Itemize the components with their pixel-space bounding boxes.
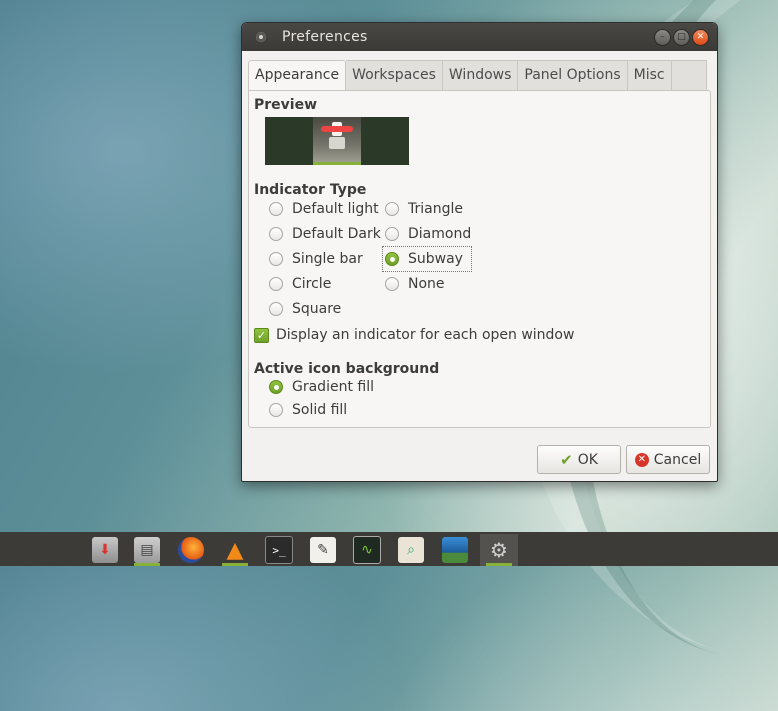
minimize-icon[interactable]: – bbox=[654, 29, 671, 46]
radio-default-light[interactable]: Default light bbox=[269, 199, 379, 219]
radio-triangle-button[interactable] bbox=[385, 202, 399, 216]
tab-panel-options[interactable]: Panel Options bbox=[518, 60, 628, 91]
window-controls: – □ ✕ bbox=[654, 29, 709, 46]
radio-subway-button[interactable] bbox=[385, 252, 399, 266]
text-editor-icon: ✎ bbox=[310, 537, 336, 563]
radio-none-button[interactable] bbox=[385, 277, 399, 291]
radio-default-light-label: Default light bbox=[292, 201, 379, 217]
file-manager-icon: ▤ bbox=[134, 537, 160, 563]
vlc-icon: ▲ bbox=[226, 537, 244, 563]
text-editor-launcher[interactable]: ✎ bbox=[304, 534, 342, 566]
preview-indicator-bar bbox=[313, 162, 361, 165]
cancel-button[interactable]: ✕ Cancel bbox=[626, 445, 710, 474]
preview-app-icon bbox=[313, 117, 361, 165]
download-manager-launcher[interactable]: ⬇ bbox=[86, 534, 124, 566]
radio-circle-label: Circle bbox=[292, 276, 332, 292]
radio-default-dark-label: Default Dark bbox=[292, 226, 381, 242]
preferences-window: Preferences – □ ✕ Appearance Workspaces … bbox=[241, 22, 718, 482]
radio-circle-button[interactable] bbox=[269, 277, 283, 291]
window-title: Preferences bbox=[282, 29, 368, 45]
radio-solid-fill-label: Solid fill bbox=[292, 402, 348, 418]
vlc-launcher[interactable]: ▲ bbox=[216, 534, 254, 566]
tab-workspaces[interactable]: Workspaces bbox=[346, 60, 443, 91]
radio-single-bar-label: Single bar bbox=[292, 251, 363, 267]
titlebar[interactable]: Preferences – □ ✕ bbox=[242, 23, 717, 51]
radio-gradient-fill[interactable]: Gradient fill bbox=[269, 377, 374, 397]
active-bg-heading: Active icon background bbox=[254, 361, 440, 377]
radio-single-bar[interactable]: Single bar bbox=[269, 249, 363, 269]
cancel-label: Cancel bbox=[653, 451, 702, 468]
ok-label: OK bbox=[577, 451, 598, 468]
photo-launcher[interactable] bbox=[436, 534, 474, 566]
radio-diamond-button[interactable] bbox=[385, 227, 399, 241]
app-icon bbox=[256, 32, 266, 42]
terminal-launcher[interactable]: >_ bbox=[260, 534, 298, 566]
cancel-icon: ✕ bbox=[634, 452, 649, 467]
radio-triangle-label: Triangle bbox=[408, 201, 463, 217]
radio-gradient-fill-label: Gradient fill bbox=[292, 379, 374, 395]
system-monitor-icon: ∿ bbox=[353, 536, 381, 564]
settings-icon: ⚙ bbox=[490, 538, 508, 562]
image-viewer-icon: ⌕ bbox=[398, 537, 424, 563]
display-indicator-checkbox[interactable]: ✓ Display an indicator for each open win… bbox=[254, 327, 574, 343]
ok-button[interactable]: ✔ OK bbox=[537, 445, 621, 474]
tab-filler bbox=[671, 60, 707, 91]
settings-launcher[interactable]: ⚙ bbox=[480, 534, 518, 566]
photo-icon bbox=[442, 537, 468, 563]
maximize-icon[interactable]: □ bbox=[673, 29, 690, 46]
radio-gradient-fill-button[interactable] bbox=[269, 380, 283, 394]
checkbox-check-icon[interactable]: ✓ bbox=[254, 327, 269, 343]
radio-default-dark[interactable]: Default Dark bbox=[269, 224, 381, 244]
tab-appearance[interactable]: Appearance bbox=[248, 60, 347, 92]
appearance-panel: Preview Indicator Type Default light Def… bbox=[248, 90, 711, 428]
radio-single-bar-button[interactable] bbox=[269, 252, 283, 266]
indicator-type-heading: Indicator Type bbox=[254, 182, 367, 198]
image-viewer-launcher[interactable]: ⌕ bbox=[392, 534, 430, 566]
close-icon[interactable]: ✕ bbox=[692, 29, 709, 46]
radio-none[interactable]: None bbox=[385, 274, 445, 294]
tab-windows[interactable]: Windows bbox=[442, 60, 519, 91]
file-manager-launcher[interactable]: ▤ bbox=[128, 534, 166, 566]
radio-subway-label: Subway bbox=[408, 251, 463, 267]
radio-triangle[interactable]: Triangle bbox=[385, 199, 463, 219]
terminal-icon: >_ bbox=[265, 536, 293, 564]
preview-heading: Preview bbox=[254, 97, 318, 113]
tab-bar: Appearance Workspaces Windows Panel Opti… bbox=[248, 60, 707, 92]
radio-default-light-button[interactable] bbox=[269, 202, 283, 216]
radio-none-label: None bbox=[408, 276, 445, 292]
taskbar: ⬇ ▤ ▲ >_ ✎ ∿ ⌕ ⚙ bbox=[0, 532, 778, 566]
system-monitor-launcher[interactable]: ∿ bbox=[348, 534, 386, 566]
radio-solid-fill-button[interactable] bbox=[269, 403, 283, 417]
download-manager-icon: ⬇ bbox=[92, 537, 118, 563]
radio-square-button[interactable] bbox=[269, 302, 283, 316]
display-indicator-label: Display an indicator for each open windo… bbox=[276, 327, 575, 343]
firefox-icon bbox=[178, 537, 204, 563]
firefox-launcher[interactable] bbox=[172, 534, 210, 566]
radio-square-label: Square bbox=[292, 301, 342, 317]
radio-subway[interactable]: Subway bbox=[382, 246, 472, 272]
tab-misc[interactable]: Misc bbox=[627, 60, 672, 91]
radio-diamond[interactable]: Diamond bbox=[385, 224, 471, 244]
radio-solid-fill[interactable]: Solid fill bbox=[269, 400, 347, 420]
radio-square[interactable]: Square bbox=[269, 299, 341, 319]
radio-default-dark-button[interactable] bbox=[269, 227, 283, 241]
checkmark-icon: ✔ bbox=[560, 450, 573, 469]
radio-circle[interactable]: Circle bbox=[269, 274, 331, 294]
indicator-preview bbox=[265, 117, 409, 165]
radio-diamond-label: Diamond bbox=[408, 226, 472, 242]
